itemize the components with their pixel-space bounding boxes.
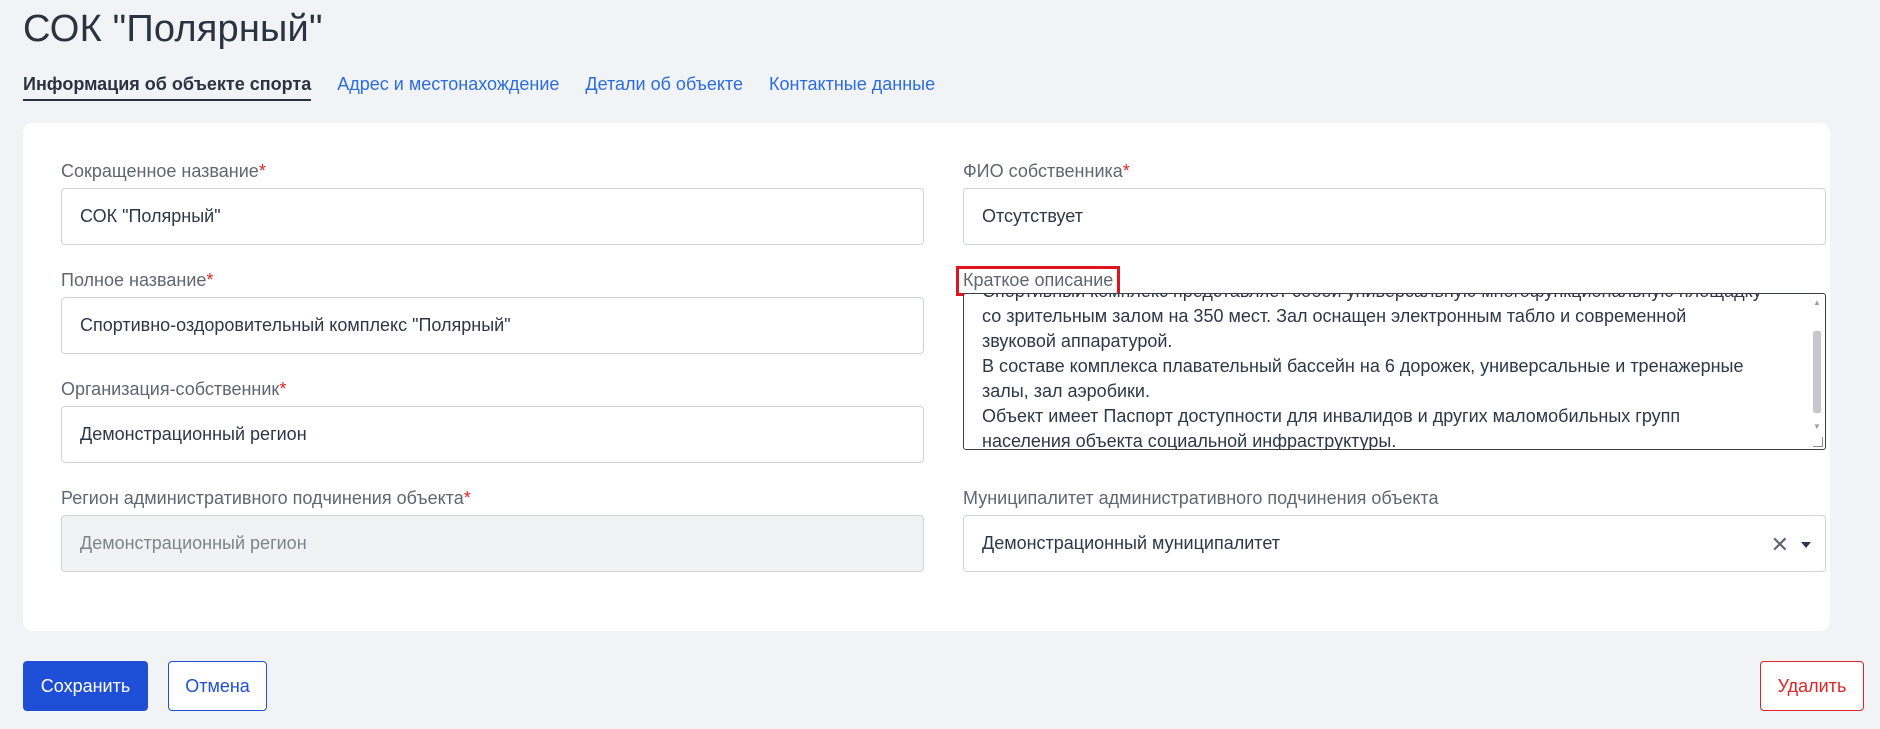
cancel-button[interactable]: Отмена — [168, 661, 267, 711]
owner-fio-value: Отсутствует — [982, 206, 1083, 226]
region-input: Демонстрационный регион — [61, 515, 924, 572]
scroll-thumb[interactable] — [1813, 331, 1821, 413]
region-value: Демонстрационный регион — [80, 533, 307, 553]
required-mark: * — [206, 270, 214, 290]
short-name-field: Сокращенное название* СОК "Полярный" — [61, 160, 924, 245]
full-name-label: Полное название — [61, 270, 207, 290]
close-icon[interactable]: ✕ — [1771, 532, 1789, 558]
tab-address[interactable]: Адрес и местонахождение — [337, 74, 559, 101]
region-label: Регион административного подчинения объе… — [61, 488, 464, 508]
chevron-up-icon[interactable]: ▲ — [1813, 299, 1821, 307]
description-line: со зрительным залом на 350 мест. Зал осн… — [982, 306, 1687, 326]
resize-handle-icon[interactable] — [1813, 437, 1823, 447]
municipality-value: Демонстрационный муниципалитет — [982, 533, 1280, 553]
description-line: залы, зал аэробики. — [982, 381, 1150, 401]
municipality-label: Муниципалитет административного подчинен… — [963, 488, 1439, 508]
tab-object-details[interactable]: Детали об объекте — [585, 74, 743, 101]
description-line: Объект имеет Паспорт доступности для инв… — [982, 406, 1681, 426]
tab-contacts[interactable]: Контактные данные — [769, 74, 935, 101]
description-line: В составе комплекса плавательный бассейн… — [982, 356, 1744, 376]
required-mark: * — [1122, 161, 1130, 181]
description-line: населения объекта социальной инфраструкт… — [982, 431, 1397, 450]
owner-fio-label: ФИО собственника — [963, 161, 1123, 181]
tab-sport-object-info[interactable]: Информация об объекте спорта — [23, 74, 312, 101]
tabs-bar: Информация об объекте спорта Адрес и мес… — [23, 74, 961, 101]
description-label: Краткое описание — [956, 266, 1121, 296]
full-name-input[interactable]: Спортивно-оздоровительный комплекс "Поля… — [61, 297, 924, 354]
org-owner-input[interactable]: Демонстрационный регион — [61, 406, 924, 463]
region-field: Регион административного подчинения объе… — [61, 487, 924, 572]
description-line: Спортивный комплекс представляет собой у… — [982, 294, 1795, 304]
required-mark: * — [258, 161, 266, 181]
short-name-label: Сокращенное название — [61, 161, 259, 181]
short-name-input[interactable]: СОК "Полярный" — [61, 188, 924, 245]
description-text: Спортивный комплекс представляет собой у… — [982, 294, 1795, 450]
required-mark: * — [463, 488, 471, 508]
municipality-select[interactable]: Демонстрационный муниципалитет ✕ — [963, 515, 1826, 572]
form-card: Сокращенное название* СОК "Полярный" Пол… — [23, 123, 1830, 631]
org-owner-label: Организация-собственник — [61, 379, 280, 399]
owner-fio-field: ФИО собственника* Отсутствует — [963, 160, 1826, 245]
required-mark: * — [279, 379, 287, 399]
owner-fio-input[interactable]: Отсутствует — [963, 188, 1826, 245]
full-name-field: Полное название* Спортивно-оздоровительн… — [61, 269, 924, 354]
caret-down-icon[interactable] — [1801, 541, 1811, 548]
org-owner-value: Демонстрационный регион — [80, 424, 307, 444]
org-owner-field: Организация-собственник* Демонстрационны… — [61, 378, 924, 463]
description-field: Краткое описание Спортивный комплекс пре… — [956, 266, 1826, 450]
chevron-down-icon[interactable]: ▼ — [1813, 423, 1821, 431]
short-name-value: СОК "Полярный" — [80, 206, 221, 226]
full-name-value: Спортивно-оздоровительный комплекс "Поля… — [80, 315, 511, 335]
municipality-field: Муниципалитет административного подчинен… — [963, 487, 1826, 572]
description-scrollbar[interactable]: ▲ ▼ — [1812, 297, 1822, 445]
save-button[interactable]: Сохранить — [23, 661, 148, 711]
delete-button[interactable]: Удалить — [1760, 661, 1864, 711]
description-textarea[interactable]: Спортивный комплекс представляет собой у… — [963, 293, 1826, 450]
description-line: звуковой аппаратурой. — [982, 331, 1173, 351]
page-title: СОК "Полярный" — [23, 8, 323, 50]
